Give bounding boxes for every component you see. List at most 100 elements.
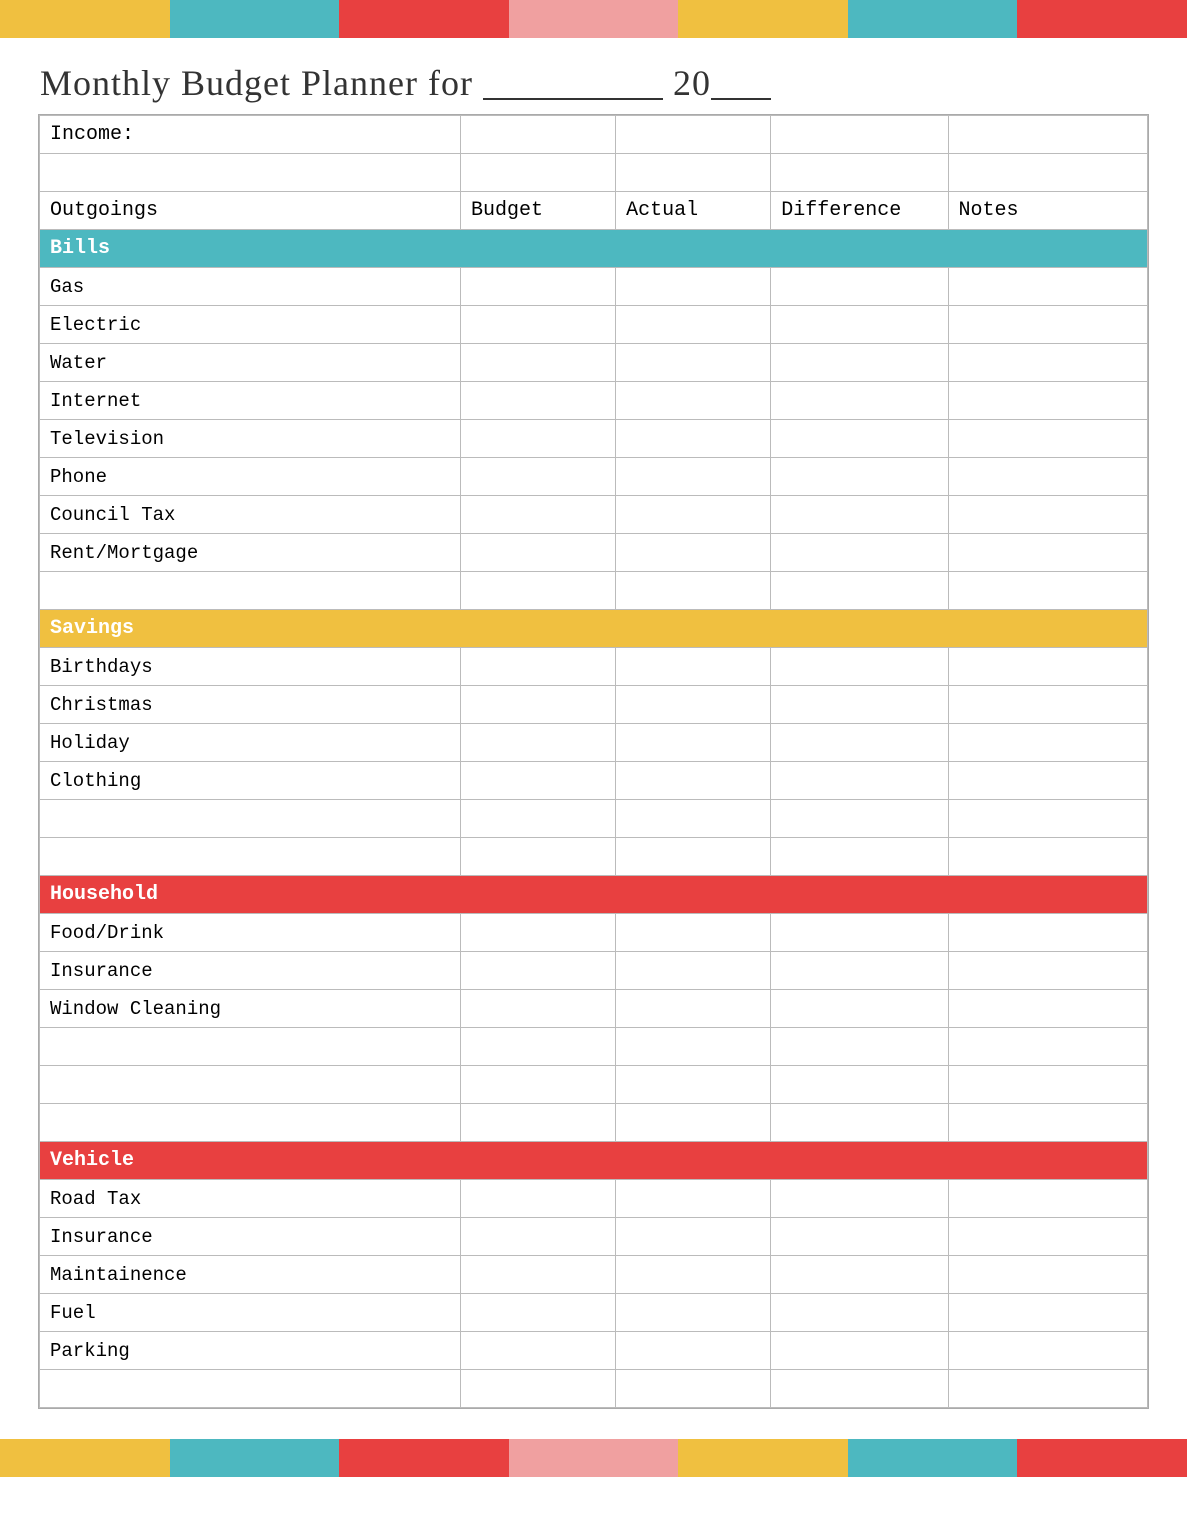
item-food-drink: Food/Drink xyxy=(40,914,461,952)
col-header-outgoings: Outgoings xyxy=(40,192,461,230)
empty-row-vehicle xyxy=(40,1370,1148,1408)
actual-window-cleaning xyxy=(616,990,771,1028)
item-television: Television xyxy=(40,420,461,458)
actual-gas xyxy=(616,268,771,306)
notes-insurance-vehicle xyxy=(948,1218,1147,1256)
empty-row-bills xyxy=(40,572,1148,610)
empty-row-1 xyxy=(40,154,1148,192)
bottom-banner-seg-5 xyxy=(678,1439,848,1477)
budget-water xyxy=(461,344,616,382)
row-internet: Internet xyxy=(40,382,1148,420)
diff-christmas xyxy=(771,686,948,724)
income-row: Income: xyxy=(40,116,1148,154)
item-electric: Electric xyxy=(40,306,461,344)
budget-parking xyxy=(461,1332,616,1370)
notes-maintainence xyxy=(948,1256,1147,1294)
budget-rent-mortgage xyxy=(461,534,616,572)
notes-holiday xyxy=(948,724,1147,762)
top-banner-seg-4 xyxy=(509,0,679,38)
notes-clothing xyxy=(948,762,1147,800)
top-banner xyxy=(0,0,1187,38)
item-fuel: Fuel xyxy=(40,1294,461,1332)
diff-rent-mortgage xyxy=(771,534,948,572)
notes-birthdays xyxy=(948,648,1147,686)
row-fuel: Fuel xyxy=(40,1294,1148,1332)
row-holiday: Holiday xyxy=(40,724,1148,762)
budget-television xyxy=(461,420,616,458)
notes-christmas xyxy=(948,686,1147,724)
diff-phone xyxy=(771,458,948,496)
col-header-budget: Budget xyxy=(461,192,616,230)
bottom-banner xyxy=(0,1439,1187,1477)
bills-label: Bills xyxy=(40,230,1148,268)
actual-road-tax xyxy=(616,1180,771,1218)
notes-council-tax xyxy=(948,496,1147,534)
top-banner-seg-7 xyxy=(1017,0,1187,38)
bottom-banner-seg-4 xyxy=(509,1439,679,1477)
actual-water xyxy=(616,344,771,382)
notes-food-drink xyxy=(948,914,1147,952)
item-gas: Gas xyxy=(40,268,461,306)
notes-insurance-household xyxy=(948,952,1147,990)
actual-rent-mortgage xyxy=(616,534,771,572)
budget-christmas xyxy=(461,686,616,724)
item-road-tax: Road Tax xyxy=(40,1180,461,1218)
notes-television xyxy=(948,420,1147,458)
budget-council-tax xyxy=(461,496,616,534)
item-window-cleaning: Window Cleaning xyxy=(40,990,461,1028)
item-christmas: Christmas xyxy=(40,686,461,724)
top-banner-seg-6 xyxy=(848,0,1018,38)
notes-window-cleaning xyxy=(948,990,1147,1028)
savings-section-header: Savings xyxy=(40,610,1148,648)
actual-internet xyxy=(616,382,771,420)
item-insurance-vehicle: Insurance xyxy=(40,1218,461,1256)
empty-row-household-1 xyxy=(40,1028,1148,1066)
diff-insurance-household xyxy=(771,952,948,990)
notes-water xyxy=(948,344,1147,382)
item-council-tax: Council Tax xyxy=(40,496,461,534)
item-phone: Phone xyxy=(40,458,461,496)
notes-phone xyxy=(948,458,1147,496)
income-label: Income: xyxy=(40,116,461,154)
row-television: Television xyxy=(40,420,1148,458)
item-internet: Internet xyxy=(40,382,461,420)
notes-gas xyxy=(948,268,1147,306)
row-electric: Electric xyxy=(40,306,1148,344)
item-holiday: Holiday xyxy=(40,724,461,762)
diff-parking xyxy=(771,1332,948,1370)
household-label: Household xyxy=(40,876,1148,914)
actual-television xyxy=(616,420,771,458)
row-clothing: Clothing xyxy=(40,762,1148,800)
actual-insurance-vehicle xyxy=(616,1218,771,1256)
title-year-prefix: 20 xyxy=(673,63,711,103)
item-insurance-household: Insurance xyxy=(40,952,461,990)
row-rent-mortgage: Rent/Mortgage xyxy=(40,534,1148,572)
col-header-actual: Actual xyxy=(616,192,771,230)
actual-council-tax xyxy=(616,496,771,534)
col-header-difference: Difference xyxy=(771,192,948,230)
budget-gas xyxy=(461,268,616,306)
row-insurance-vehicle: Insurance xyxy=(40,1218,1148,1256)
diff-internet xyxy=(771,382,948,420)
row-window-cleaning: Window Cleaning xyxy=(40,990,1148,1028)
notes-internet xyxy=(948,382,1147,420)
row-council-tax: Council Tax xyxy=(40,496,1148,534)
notes-parking xyxy=(948,1332,1147,1370)
bottom-banner-seg-6 xyxy=(848,1439,1018,1477)
budget-fuel xyxy=(461,1294,616,1332)
top-banner-seg-2 xyxy=(170,0,340,38)
diff-food-drink xyxy=(771,914,948,952)
diff-gas xyxy=(771,268,948,306)
actual-birthdays xyxy=(616,648,771,686)
notes-electric xyxy=(948,306,1147,344)
budget-window-cleaning xyxy=(461,990,616,1028)
budget-insurance-vehicle xyxy=(461,1218,616,1256)
diff-fuel xyxy=(771,1294,948,1332)
actual-parking xyxy=(616,1332,771,1370)
diff-council-tax xyxy=(771,496,948,534)
item-maintainence: Maintainence xyxy=(40,1256,461,1294)
budget-food-drink xyxy=(461,914,616,952)
actual-electric xyxy=(616,306,771,344)
row-parking: Parking xyxy=(40,1332,1148,1370)
bills-section-header: Bills xyxy=(40,230,1148,268)
